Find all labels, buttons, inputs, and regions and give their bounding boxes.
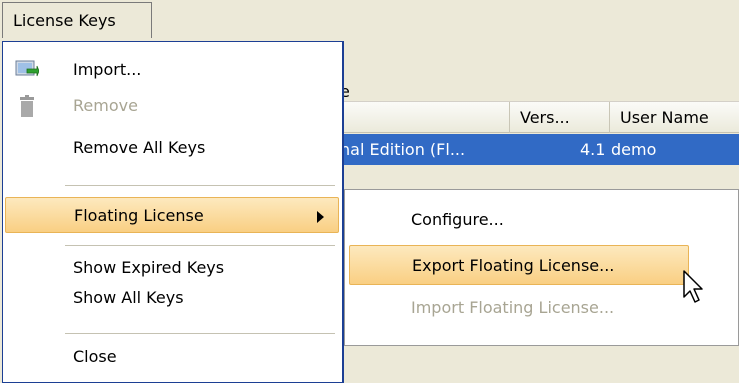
row-cell-name: nal Edition (Fl... xyxy=(340,140,466,159)
menu-license-keys[interactable]: License Keys xyxy=(2,2,152,38)
submenu-item-label: Import Floating License... xyxy=(411,298,615,317)
floating-license-submenu: Configure... Export Floating License... … xyxy=(344,189,739,346)
submenu-item-export-floating-license[interactable]: Export Floating License... xyxy=(349,245,689,285)
submenu-item-configure[interactable]: Configure... xyxy=(349,200,689,240)
menu-item-label: Import... xyxy=(73,60,142,79)
import-icon xyxy=(15,58,40,82)
column-header-user-name[interactable]: User Name xyxy=(610,102,739,133)
menu-item-import[interactable]: Import... xyxy=(3,52,341,88)
trash-icon xyxy=(15,94,39,118)
menu-item-label: Remove xyxy=(73,96,138,115)
menu-item-remove[interactable]: Remove xyxy=(3,88,341,124)
menu-bar: License Keys xyxy=(0,0,739,40)
submenu-item-label: Export Floating License... xyxy=(412,256,615,275)
submenu-item-import-floating-license[interactable]: Import Floating License... xyxy=(349,288,689,328)
table-row[interactable]: nal Edition (Fl... 4.1 demo xyxy=(340,134,739,165)
menu-item-floating-license[interactable]: Floating License xyxy=(5,197,339,233)
menu-separator xyxy=(65,185,335,186)
menu-separator xyxy=(65,245,335,246)
menu-item-label: Show All Keys xyxy=(73,288,184,307)
menu-item-label: Floating License xyxy=(74,206,204,225)
mouse-pointer-icon xyxy=(683,270,703,303)
menu-separator xyxy=(65,333,335,334)
row-cell-user: demo xyxy=(611,140,657,159)
menu-item-close[interactable]: Close xyxy=(3,339,341,375)
column-header-name[interactable] xyxy=(340,102,510,133)
row-cell-version: 4.1 xyxy=(580,140,606,159)
menu-item-label: Remove All Keys xyxy=(73,138,206,157)
column-header-version[interactable]: Vers... xyxy=(510,102,610,133)
license-keys-menu: Import... Remove Remove All Keys Floatin… xyxy=(2,41,344,383)
menu-item-show-all-keys[interactable]: Show All Keys xyxy=(3,280,341,316)
submenu-arrow-icon xyxy=(317,211,324,223)
menu-item-remove-all-keys[interactable]: Remove All Keys xyxy=(3,130,341,166)
menu-item-label: Close xyxy=(73,347,117,366)
table-header: Vers... User Name xyxy=(340,101,739,133)
submenu-item-label: Configure... xyxy=(411,210,504,229)
